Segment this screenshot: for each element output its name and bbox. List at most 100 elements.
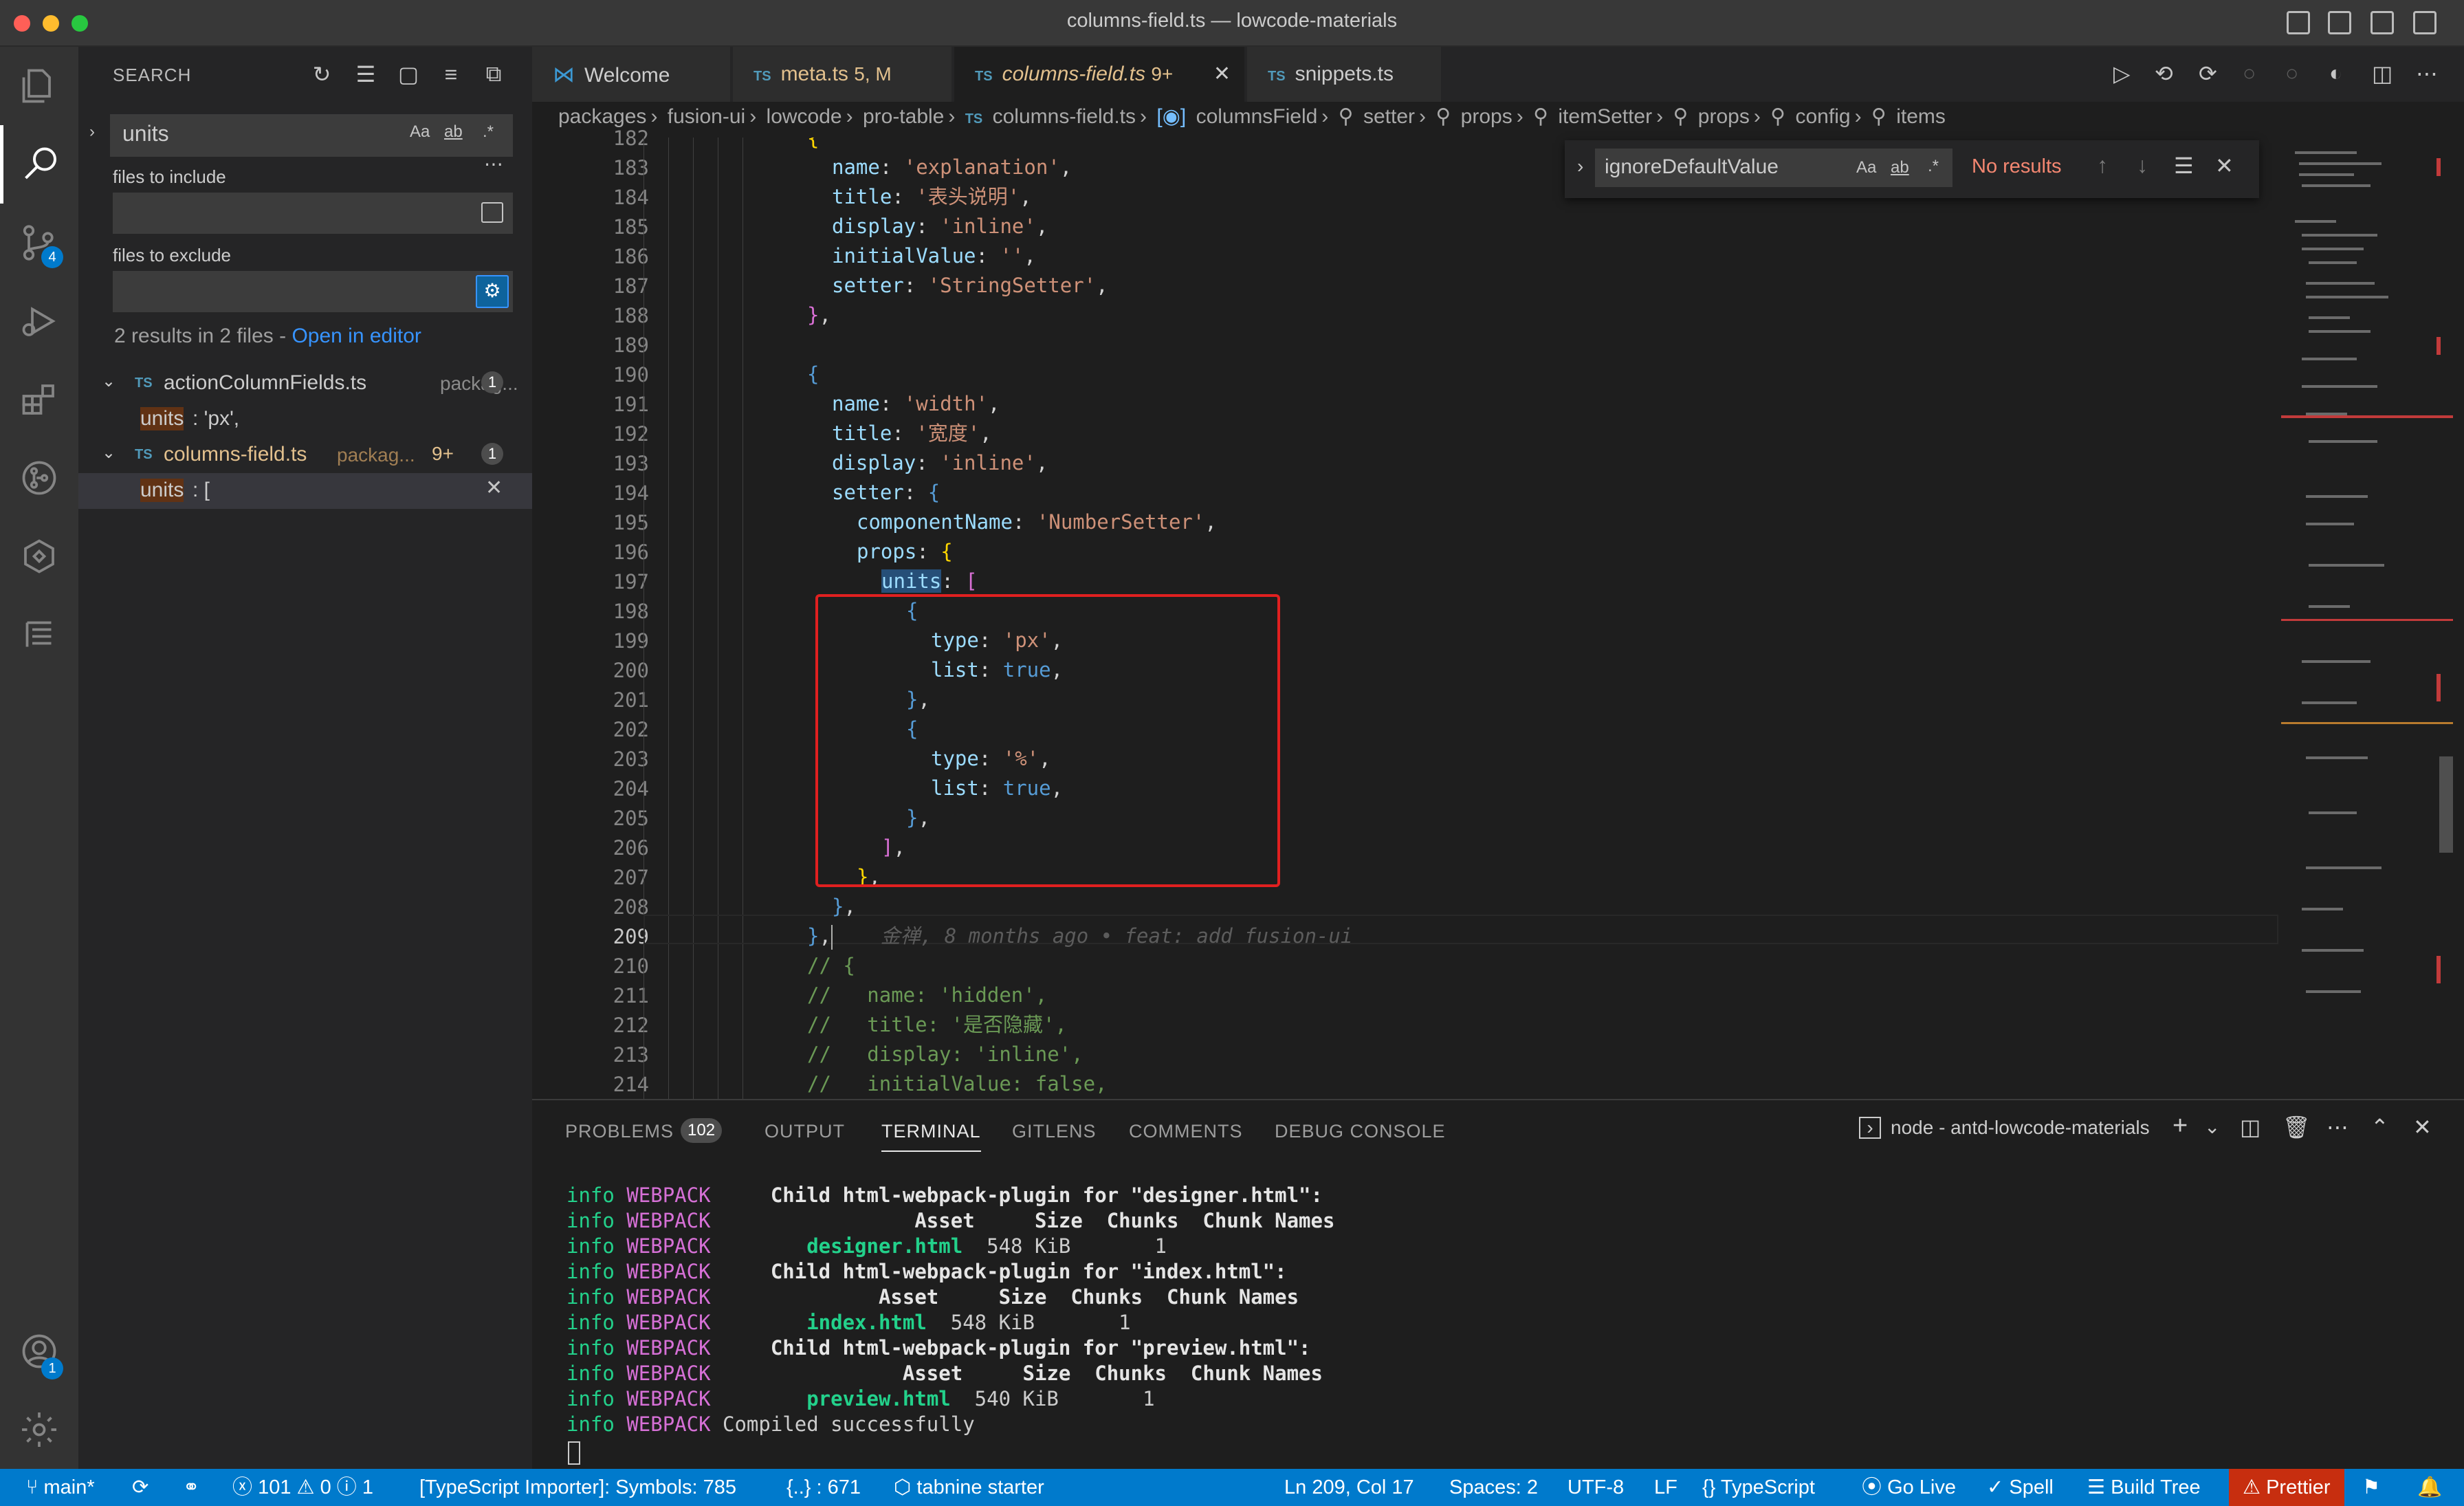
breadcrumb-item[interactable]: itemSetter bbox=[1558, 105, 1652, 128]
search-input[interactable]: units Aa ab .* bbox=[110, 114, 513, 157]
toggle-search-details-icon[interactable]: ⋯ bbox=[484, 153, 503, 175]
toggle-secondary-sidebar-icon[interactable] bbox=[2370, 11, 2394, 34]
breadcrumb-item[interactable]: setter bbox=[1363, 105, 1415, 128]
kill-terminal-icon[interactable]: 🗑 bbox=[2282, 1114, 2311, 1140]
close-find-icon[interactable]: ✕ bbox=[2215, 153, 2234, 179]
customize-layout-icon[interactable] bbox=[2413, 11, 2436, 34]
files-to-include-input[interactable] bbox=[113, 193, 513, 234]
tab-problems[interactable]: PROBLEMS bbox=[565, 1121, 674, 1142]
find-input[interactable]: ignoreDefaultValue Aa ab .* bbox=[1595, 149, 1952, 187]
new-search-editor-icon[interactable]: ▢ bbox=[395, 61, 422, 88]
terminal-dropdown-chevron-icon[interactable]: ⌄ bbox=[2204, 1115, 2220, 1138]
notifications-bell-icon[interactable]: 🔔 bbox=[2417, 1469, 2442, 1506]
dismiss-result-icon[interactable]: ✕ bbox=[485, 476, 503, 500]
breadcrumb-item[interactable]: props bbox=[1698, 105, 1750, 128]
view-as-tree-icon[interactable]: ≡ bbox=[437, 61, 465, 88]
spell-check-status[interactable]: ✓ Spell bbox=[1987, 1469, 2054, 1506]
breadcrumb-item[interactable]: lowcode bbox=[767, 105, 842, 128]
tab-gitlens[interactable]: GITLENS bbox=[1012, 1121, 1097, 1142]
result-match-row-selected[interactable]: units : [ ✕ bbox=[78, 473, 532, 509]
run-debug-icon[interactable] bbox=[0, 282, 78, 360]
settings-gear-icon[interactable] bbox=[0, 1390, 78, 1469]
tab-output[interactable]: OUTPUT bbox=[764, 1121, 845, 1142]
match-whole-word-icon[interactable]: ab bbox=[444, 122, 463, 142]
find-in-selection-icon[interactable]: ☰ bbox=[2174, 153, 2194, 179]
tab-comments[interactable]: COMMENTS bbox=[1129, 1121, 1243, 1142]
result-file-row[interactable]: ⌄ TS actionColumnFields.ts packag... 1 bbox=[78, 366, 532, 402]
previous-match-icon[interactable]: ↑ bbox=[2097, 153, 2108, 178]
search-icon[interactable] bbox=[0, 125, 78, 204]
clear-results-icon[interactable]: ☰ bbox=[352, 61, 380, 88]
split-terminal-icon[interactable]: ◫ bbox=[2240, 1114, 2260, 1140]
prettier-status[interactable]: ⚠ Prettier bbox=[2229, 1469, 2344, 1506]
toggle-replace-chevron-icon[interactable]: › bbox=[89, 122, 95, 142]
live-share-icon[interactable]: ⚭ bbox=[183, 1469, 199, 1506]
account-icon[interactable]: 1 bbox=[0, 1312, 78, 1390]
language-mode[interactable]: {} TypeScript bbox=[1702, 1469, 1815, 1506]
refresh-icon[interactable]: ↻ bbox=[308, 61, 336, 88]
sync-icon[interactable]: ⟳ bbox=[132, 1469, 148, 1506]
remote-explorer-icon[interactable] bbox=[0, 517, 78, 596]
tabnine-status[interactable]: ⬡ tabnine starter bbox=[894, 1469, 1044, 1506]
terminal-instance-name[interactable]: node - antd-lowcode-materials bbox=[1891, 1117, 2150, 1139]
files-to-exclude-input[interactable]: ⚙ bbox=[113, 271, 513, 312]
typescript-importer-status[interactable]: [TypeScript Importer]: Symbols: 785 bbox=[419, 1469, 736, 1506]
result-file-row[interactable]: ⌄ TS columns-field.ts packag... 9+ 1 bbox=[78, 437, 532, 473]
collapse-all-icon[interactable]: ⧉ bbox=[480, 61, 507, 88]
tab-debug-console[interactable]: DEBUG CONSOLE bbox=[1275, 1121, 1446, 1142]
indentation-status[interactable]: Spaces: 2 bbox=[1449, 1469, 1538, 1506]
tab-columns-field-ts[interactable]: TS columns-field.ts 9+ ✕ bbox=[954, 47, 1246, 102]
bracket-count-status[interactable]: {..} : 671 bbox=[786, 1469, 861, 1506]
use-exclude-settings-icon[interactable]: ⚙ bbox=[476, 275, 509, 308]
source-control-icon[interactable]: 4 bbox=[0, 204, 78, 282]
go-live-button[interactable]: ⦿ Go Live bbox=[1862, 1469, 1956, 1506]
close-panel-icon[interactable]: ✕ bbox=[2413, 1114, 2432, 1140]
split-editor-icon[interactable]: ◫ bbox=[2372, 61, 2392, 87]
new-terminal-icon[interactable]: + bbox=[2172, 1111, 2188, 1141]
toggle-sidebar-icon[interactable] bbox=[2287, 11, 2310, 34]
cursor-position[interactable]: Ln 209, Col 17 bbox=[1284, 1469, 1414, 1506]
problems-status[interactable]: ⓧ 101 ⚠ 0 ⓘ 1 bbox=[232, 1469, 373, 1506]
build-tree-status[interactable]: ☰ Build Tree bbox=[2087, 1469, 2201, 1506]
match-case-icon[interactable]: Aa bbox=[1856, 158, 1876, 177]
more-panel-actions-icon[interactable]: ⋯ bbox=[2326, 1114, 2348, 1140]
breadcrumb-item[interactable]: items bbox=[1896, 105, 1946, 128]
compare-icon[interactable]: ⟳ bbox=[2199, 61, 2217, 87]
tab-snippets-ts[interactable]: TS snippets.ts bbox=[1247, 47, 1442, 102]
tab-terminal[interactable]: TERMINAL bbox=[881, 1121, 981, 1152]
tree-view-icon[interactable] bbox=[0, 596, 78, 674]
code-area[interactable]: { name: 'explanation', title: '表头说明', di… bbox=[532, 138, 2278, 1100]
use-regex-icon[interactable]: .* bbox=[1928, 157, 1939, 176]
tab-meta-ts[interactable]: TS meta.ts 5, M bbox=[733, 47, 953, 102]
blame-icon[interactable]: ◐ bbox=[2329, 61, 2342, 86]
tab-welcome[interactable]: ⋈ Welcome bbox=[532, 47, 732, 102]
terminal-output[interactable]: info WEBPACK Child html-webpack-plugin f… bbox=[532, 1183, 2464, 1465]
timeline-icon[interactable]: ⟲ bbox=[2155, 61, 2173, 87]
maximize-panel-icon[interactable]: ⌃ bbox=[2370, 1114, 2389, 1140]
result-match-row[interactable]: units : 'px', bbox=[78, 402, 532, 437]
match-case-icon[interactable]: Aa bbox=[410, 122, 430, 142]
gitlens-icon[interactable] bbox=[0, 439, 78, 517]
chevron-down-icon[interactable]: ⌄ bbox=[102, 371, 116, 391]
match-whole-word-icon[interactable]: ab bbox=[1891, 158, 1909, 177]
eol-status[interactable]: LF bbox=[1654, 1469, 1678, 1506]
breadcrumb-item[interactable]: props bbox=[1461, 105, 1512, 128]
encoding-status[interactable]: UTF-8 bbox=[1568, 1469, 1624, 1506]
breadcrumb-item[interactable]: config bbox=[1796, 105, 1851, 128]
chevron-down-icon[interactable]: ⌄ bbox=[102, 443, 116, 463]
git-branch[interactable]: ⑂ main* bbox=[26, 1469, 95, 1506]
extensions-icon[interactable] bbox=[0, 360, 78, 439]
open-in-editor-link[interactable]: Open in editor bbox=[292, 325, 421, 347]
run-icon[interactable]: ▷ bbox=[2113, 61, 2131, 87]
more-actions-icon[interactable]: ⋯ bbox=[2416, 61, 2438, 87]
next-change-icon[interactable]: ○ bbox=[2285, 61, 2298, 86]
toggle-panel-icon[interactable] bbox=[2328, 11, 2351, 34]
explorer-icon[interactable] bbox=[0, 47, 78, 125]
breadcrumb-item[interactable]: columnsField bbox=[1196, 105, 1318, 128]
breadcrumb-item[interactable]: fusion-ui bbox=[668, 105, 745, 128]
previous-change-icon[interactable]: ○ bbox=[2243, 61, 2256, 86]
minimap[interactable] bbox=[2281, 138, 2453, 1100]
open-editors-only-icon[interactable] bbox=[481, 202, 503, 223]
toggle-replace-icon[interactable]: › bbox=[1577, 155, 1583, 177]
breadcrumb-item[interactable]: pro-table bbox=[863, 105, 944, 128]
